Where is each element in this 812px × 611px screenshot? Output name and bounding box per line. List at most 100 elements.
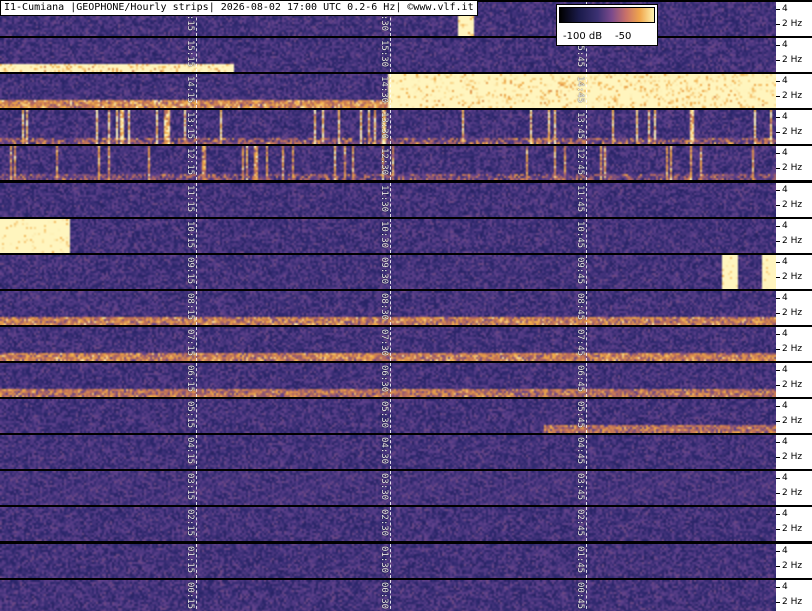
axis-tick xyxy=(776,334,780,335)
time-gridline xyxy=(586,74,587,108)
strip-hour-08: 08:15 08:30 08:45 xyxy=(0,291,776,325)
axis-tick-label: 4 xyxy=(782,221,788,231)
time-label: 02:45 xyxy=(575,509,585,537)
time-gridline xyxy=(586,255,587,289)
time-gridline xyxy=(196,38,197,72)
axis-tick-label: 2 Hz xyxy=(782,488,803,498)
frequency-axis: 4 2 Hz xyxy=(776,74,812,108)
time-label: 11:45 xyxy=(575,185,585,213)
axis-tick xyxy=(776,226,780,227)
time-label: 11:30 xyxy=(379,185,389,213)
time-label: 13:30 xyxy=(379,112,389,140)
strip-hour-12: 12:15 12:30 12:45 xyxy=(0,146,776,180)
frequency-axis: 4 2 Hz xyxy=(776,327,812,361)
axis-tick-label: 4 xyxy=(782,293,788,303)
frequency-axis: 4 2 Hz xyxy=(776,110,812,144)
time-label: 06:30 xyxy=(379,365,389,393)
axis-tick-label: 2 Hz xyxy=(782,163,803,173)
axis-tick-label: 4 xyxy=(782,4,788,14)
strip-hour-15: 15:15 15:30 15:45 xyxy=(0,38,776,72)
time-label: 00:30 xyxy=(379,582,389,610)
axis-tick xyxy=(776,421,780,422)
time-label: 05:45 xyxy=(575,401,585,429)
axis-tick-label: 2 Hz xyxy=(782,236,803,246)
legend-low-label: -100 dB xyxy=(563,31,603,42)
axis-tick xyxy=(776,96,780,97)
time-label: 05:15 xyxy=(185,401,195,429)
axis-tick-label: 2 Hz xyxy=(782,524,803,534)
axis-tick-label: 2 Hz xyxy=(782,127,803,137)
axis-tick xyxy=(776,153,780,154)
time-gridline xyxy=(586,580,587,611)
axis-tick xyxy=(776,566,780,567)
time-label: 12:45 xyxy=(575,148,585,176)
axis-tick-label: 4 xyxy=(782,40,788,50)
frequency-axis: 4 2 Hz xyxy=(776,580,812,611)
frequency-axis: 4 2 Hz xyxy=(776,2,812,36)
time-gridline xyxy=(196,74,197,108)
time-gridline xyxy=(196,146,197,180)
time-label: 07:45 xyxy=(575,329,585,357)
time-label: 05:30 xyxy=(379,401,389,429)
time-label: 08:30 xyxy=(379,293,389,321)
time-gridline xyxy=(586,183,587,217)
time-label: 12:15 xyxy=(185,148,195,176)
time-gridline xyxy=(196,183,197,217)
frequency-axis: 4 2 Hz xyxy=(776,219,812,253)
frequency-axis: 4 2 Hz xyxy=(776,363,812,397)
frequency-axis: 4 2 Hz xyxy=(776,38,812,72)
axis-tick-label: 2 Hz xyxy=(782,308,803,318)
time-gridline xyxy=(586,471,587,505)
frequency-axis: 4 2 Hz xyxy=(776,544,812,578)
color-legend: -100 dB -50 xyxy=(556,4,658,46)
strip-hour-04: 04:15 04:30 04:45 xyxy=(0,435,776,469)
time-gridline xyxy=(390,580,391,611)
axis-tick xyxy=(776,298,780,299)
time-label: 08:45 xyxy=(575,293,585,321)
axis-tick-label: 4 xyxy=(782,582,788,592)
axis-tick xyxy=(776,478,780,479)
axis-tick-label: 4 xyxy=(782,473,788,483)
axis-tick-label: 2 Hz xyxy=(782,452,803,462)
time-gridline xyxy=(196,255,197,289)
time-gridline xyxy=(196,110,197,144)
axis-tick xyxy=(776,205,780,206)
time-label: 13:15 xyxy=(185,112,195,140)
time-label: 01:15 xyxy=(185,546,195,574)
axis-tick xyxy=(776,587,780,588)
axis-tick xyxy=(776,602,780,603)
time-label: 04:15 xyxy=(185,437,195,465)
time-label: 04:45 xyxy=(575,437,585,465)
time-label: 01:30 xyxy=(379,546,389,574)
time-gridline xyxy=(196,219,197,253)
axis-tick xyxy=(776,514,780,515)
strip-hour-05: 05:15 05:30 05:45 xyxy=(0,399,776,433)
time-label: 10:45 xyxy=(575,221,585,249)
time-gridline xyxy=(390,183,391,217)
time-gridline xyxy=(390,219,391,253)
axis-tick-label: 2 Hz xyxy=(782,561,803,571)
time-gridline xyxy=(390,399,391,433)
axis-tick xyxy=(776,370,780,371)
axis-tick-label: 4 xyxy=(782,76,788,86)
time-label: 10:15 xyxy=(185,221,195,249)
strip-hour-09: 09:15 09:30 09:45 xyxy=(0,255,776,289)
axis-tick-label: 2 Hz xyxy=(782,416,803,426)
time-gridline xyxy=(390,363,391,397)
time-label: 02:15 xyxy=(185,509,195,537)
time-gridline xyxy=(196,291,197,325)
axis-tick xyxy=(776,9,780,10)
time-gridline xyxy=(390,110,391,144)
axis-tick xyxy=(776,81,780,82)
axis-tick xyxy=(776,551,780,552)
time-label: 11:15 xyxy=(185,185,195,213)
time-gridline xyxy=(390,255,391,289)
time-gridline xyxy=(390,507,391,541)
time-label: 00:45 xyxy=(575,582,585,610)
axis-tick-label: 2 Hz xyxy=(782,55,803,65)
axis-tick xyxy=(776,529,780,530)
time-label: 03:30 xyxy=(379,473,389,501)
frequency-axis: 4 2 Hz xyxy=(776,255,812,289)
axis-tick xyxy=(776,190,780,191)
time-gridline xyxy=(586,507,587,541)
